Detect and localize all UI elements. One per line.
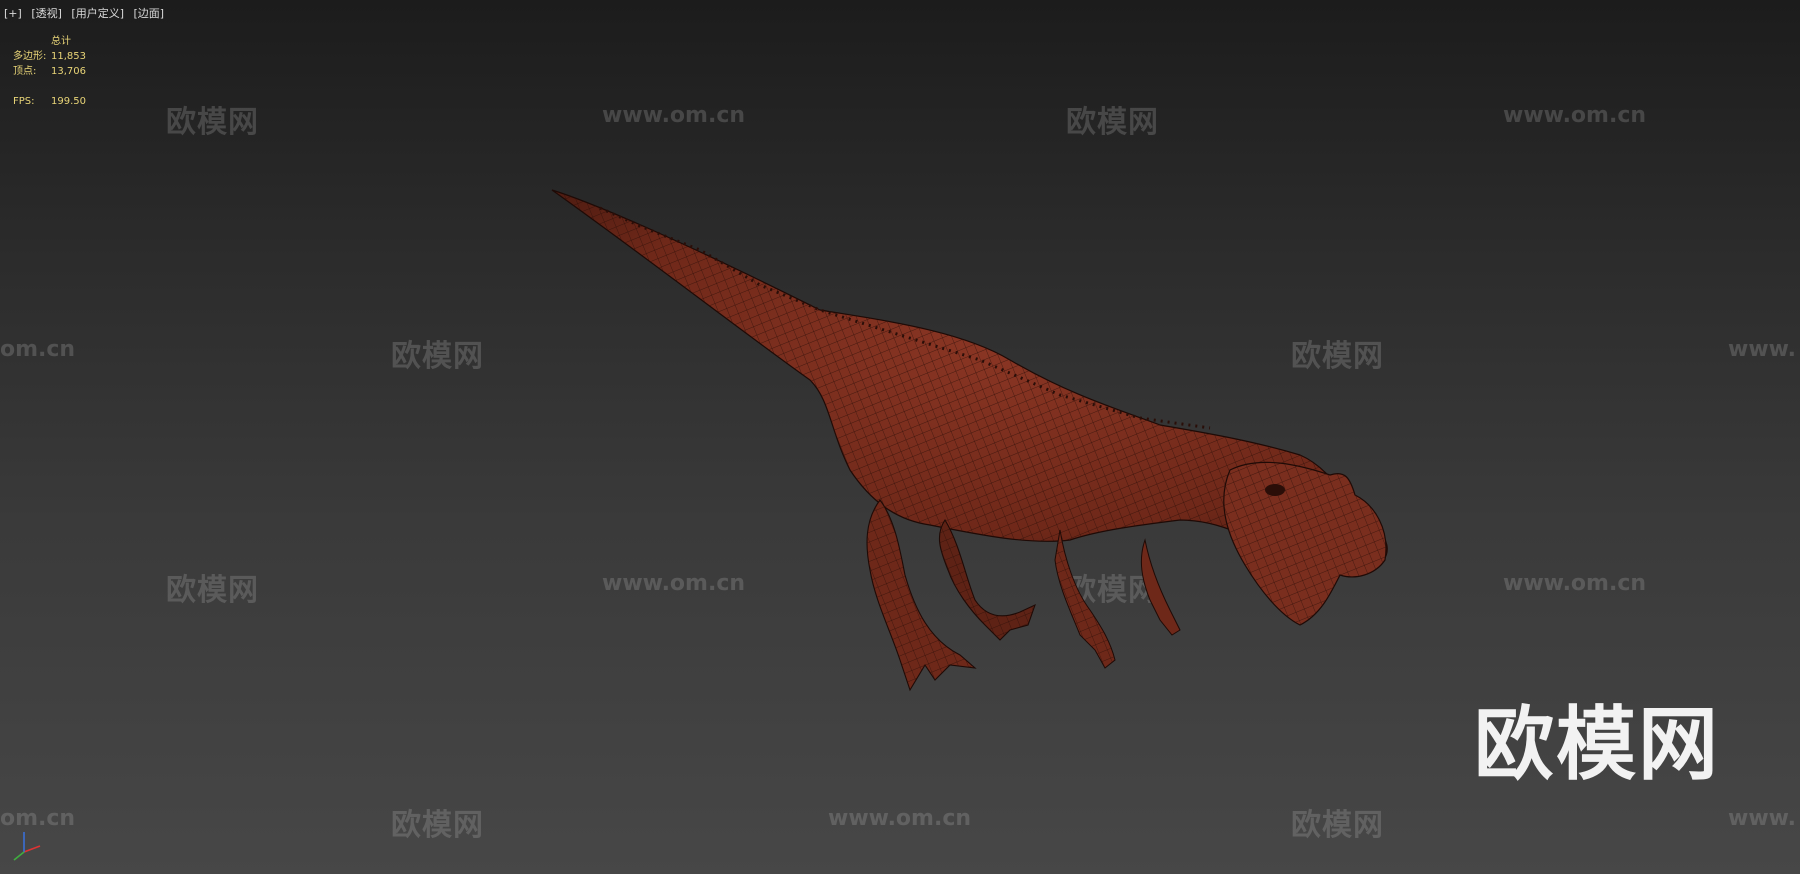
stats-fps-label: FPS: (13, 96, 35, 107)
xyz-axis-gizmo-icon (13, 832, 41, 861)
watermark-url: www.om.cn (1503, 571, 1647, 596)
stats-fps-value: 199.50 (51, 96, 86, 107)
watermark-cn: 欧模网 (1291, 808, 1384, 843)
viewport-menu-user-defined[interactable]: [用户定义] (71, 7, 124, 20)
watermark-url-partial: om.cn (0, 337, 76, 362)
watermark-url: www.om.cn (828, 337, 972, 362)
viewport-menu-edged-faces[interactable]: [边面] (134, 7, 165, 20)
watermark-url-cut: www. (1728, 337, 1796, 362)
watermark-cn: 欧模网 (1291, 339, 1384, 374)
watermark-cn: 欧模网 (166, 105, 259, 140)
viewport-menu-plus[interactable]: [+] (4, 7, 22, 20)
stats-row-polygons: 多边形: 11,853 (13, 49, 86, 64)
viewport-statistics: 总计 多边形: 11,853 顶点: 13,706 FPS: 199.50 (13, 34, 86, 109)
stats-vertices-value: 13,706 (51, 66, 86, 77)
watermark-url: www.om.cn (602, 103, 746, 128)
dinosaur-mesh (551, 189, 1388, 692)
stats-polygons-label: 多边形: (13, 51, 47, 62)
stats-vertices-label: 顶点: (13, 66, 37, 77)
watermark-cn: 欧模网 (391, 339, 484, 374)
watermark-cn: 欧模网 (1066, 105, 1159, 140)
watermark-url: www.om.cn (828, 806, 972, 831)
viewport-menu-perspective[interactable]: [透视] (31, 7, 62, 20)
brand-logo-watermark: 欧模网 (1474, 698, 1720, 791)
stats-row-fps: FPS: 199.50 (13, 94, 86, 109)
watermark-url: www.om.cn (1503, 103, 1647, 128)
stats-header: 总计 (51, 36, 71, 47)
watermark-cn: 欧模网 (391, 808, 484, 843)
watermark-cn: 欧模网 (1066, 573, 1159, 608)
watermark-url: www.om.cn (602, 571, 746, 596)
watermark-cn: 欧模网 (166, 573, 259, 608)
stats-row-vertices: 顶点: 13,706 (13, 64, 86, 79)
stats-polygons-value: 11,853 (51, 51, 86, 62)
viewport-label-bar: [+] [透视] [用户定义] [边面] (4, 5, 170, 21)
watermark-url-cut: www. (1728, 806, 1796, 831)
